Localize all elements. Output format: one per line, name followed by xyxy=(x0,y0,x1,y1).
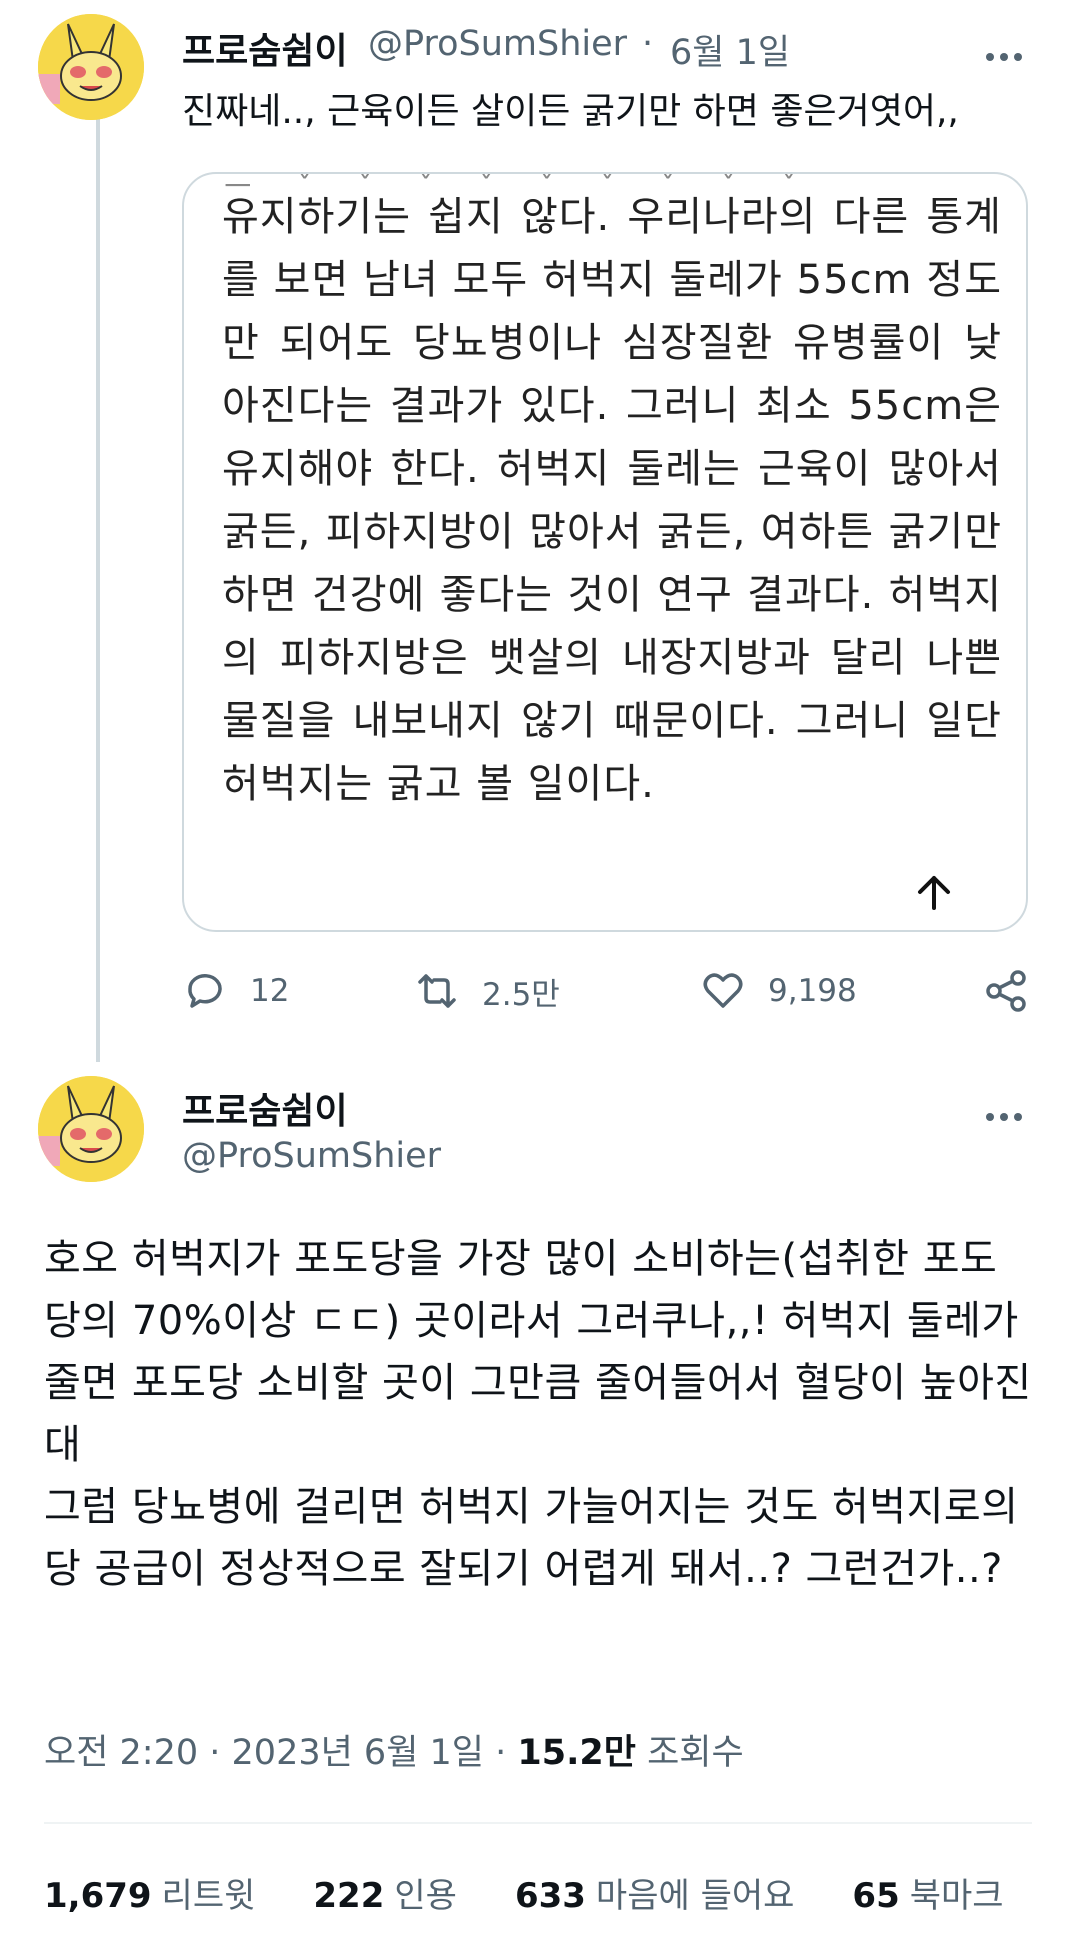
more-icon[interactable] xyxy=(986,46,1030,66)
quotes-stat[interactable]: 222 인용 xyxy=(313,1868,457,1917)
cropped-text-edge: ㅡ ˇ ˇ ˇ ˇ ˇ ˇ ˇ ˇ ˇ xyxy=(224,172,815,205)
divider xyxy=(44,1822,1032,1824)
tweet-time[interactable]: 오전 2:20 xyxy=(44,1733,198,1773)
like-button[interactable]: 9,198 xyxy=(700,968,857,1014)
author-name[interactable]: 프로숨쉼이 xyxy=(182,22,348,74)
share-button[interactable] xyxy=(984,968,1030,1014)
separator-dot: · xyxy=(642,24,654,64)
retweet-icon xyxy=(418,974,456,1008)
retweet-count: 2.5만 xyxy=(482,976,560,1013)
engagement-stats: 1,679 리트윗 222 인용 633 마음에 들어요 65 북마크 xyxy=(44,1868,1004,1917)
author-name[interactable]: 프로숨쉼이 xyxy=(182,1082,348,1134)
author-handle[interactable]: @ProSumShier xyxy=(182,1136,441,1176)
thread-connector xyxy=(96,118,100,1062)
tweet-text: 진짜네.., 근육이든 살이든 굵기만 하면 좋은거엿어,, xyxy=(182,91,959,132)
author-handle[interactable]: @ProSumShier xyxy=(368,24,627,64)
heart-icon xyxy=(703,973,743,1008)
avatar-image xyxy=(38,1076,144,1182)
more-icon[interactable] xyxy=(986,1106,1030,1126)
avatar[interactable] xyxy=(38,14,144,120)
views-count: 15.2만 xyxy=(517,1733,636,1773)
retweet-button[interactable]: 2.5만 xyxy=(414,968,560,1014)
arrow-up-icon xyxy=(918,876,950,910)
tweet-meta: 오전 2:20 · 2023년 6월 1일 · 15.2만 조회수 xyxy=(44,1733,744,1773)
reply-button[interactable]: 12 xyxy=(182,968,289,1014)
reply-icon xyxy=(188,974,222,1008)
avatar-image xyxy=(38,14,144,120)
like-count: 9,198 xyxy=(768,973,857,1009)
attached-image[interactable]: ㅡ ˇ ˇ ˇ ˇ ˇ ˇ ˇ ˇ ˇ 유지하기는 쉽지 않다. 우리나라의 다… xyxy=(182,172,1028,932)
share-icon xyxy=(986,970,1026,1012)
tweet-text: 호오 허벅지가 포도당을 가장 많이 소비하는(섭취한 포도당의 70%이상 ㄷ… xyxy=(44,1236,1032,1592)
likes-stat[interactable]: 633 마음에 들어요 xyxy=(515,1868,794,1917)
views-label: 조회수 xyxy=(647,1733,744,1773)
reply-count: 12 xyxy=(250,973,290,1009)
tweet-date[interactable]: 6월 1일 xyxy=(670,24,790,75)
bookmarks-stat[interactable]: 65 북마크 xyxy=(852,1868,1003,1917)
image-text: 유지하기는 쉽지 않다. 우리나라의 다른 통계를 보면 남녀 모두 허벅지 둘… xyxy=(222,194,1002,807)
retweets-stat[interactable]: 1,679 리트윗 xyxy=(44,1868,255,1917)
avatar[interactable] xyxy=(38,1076,144,1182)
tweet-date[interactable]: 2023년 6월 1일 xyxy=(232,1733,484,1773)
